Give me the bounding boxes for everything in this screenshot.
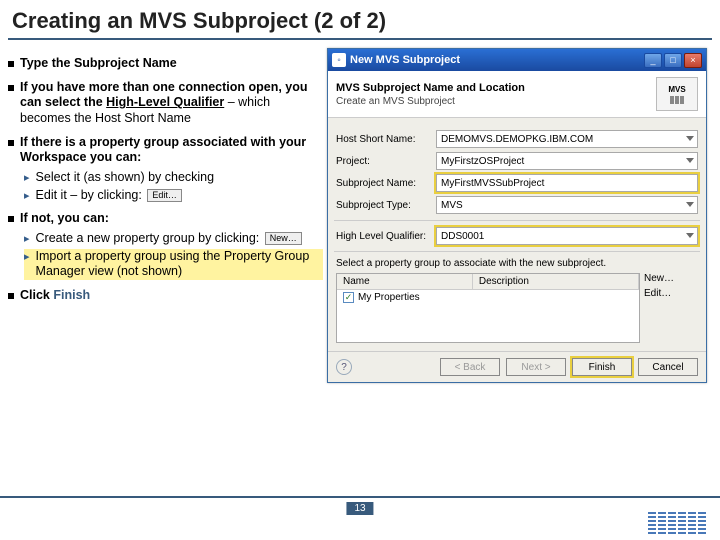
dialog-body: Host Short Name: DEMOMVS.DEMOPKG.IBM.COM… bbox=[328, 118, 706, 351]
table-row[interactable]: ✓ My Properties bbox=[337, 290, 639, 305]
host-dropdown[interactable]: DEMOMVS.DEMOPKG.IBM.COM bbox=[436, 130, 698, 148]
caret-icon: ▸ bbox=[24, 172, 30, 186]
dialog-icon: ◦ bbox=[332, 53, 346, 67]
badge-text: MVS bbox=[668, 85, 685, 94]
bullet-square-icon bbox=[8, 216, 14, 222]
text-part: Create a new property group by clicking: bbox=[36, 231, 260, 245]
sub-edit: ▸ Edit it – by clicking: Edit… bbox=[24, 188, 323, 204]
subproject-type-value: MVS bbox=[441, 200, 463, 211]
checkbox-icon[interactable]: ✓ bbox=[343, 292, 354, 303]
table-header-description: Description bbox=[473, 274, 639, 289]
sub-select: ▸ Select it (as shown) by checking bbox=[24, 170, 323, 186]
subproject-name-label: Subproject Name: bbox=[336, 178, 436, 189]
subproject-name-value: MyFirstMVSSubProject bbox=[441, 178, 544, 189]
dialog-title-text: New MVS Subproject bbox=[350, 54, 642, 66]
close-button[interactable]: × bbox=[684, 53, 702, 68]
slide-footer: 13 bbox=[0, 496, 720, 540]
table-header-name: Name bbox=[337, 274, 473, 289]
separator bbox=[334, 220, 700, 221]
sub-text: Create a new property group by clicking:… bbox=[36, 231, 304, 247]
finish-button[interactable]: Finish bbox=[572, 358, 632, 376]
host-value: DEMOMVS.DEMOPKG.IBM.COM bbox=[441, 134, 593, 145]
next-button[interactable]: Next > bbox=[506, 358, 566, 376]
row-name: My Properties bbox=[358, 292, 420, 303]
inline-edit-button-graphic: Edit… bbox=[147, 189, 182, 202]
dialog-titlebar[interactable]: ◦ New MVS Subproject _ □ × bbox=[328, 49, 706, 71]
mvs-badge-icon: MVS bbox=[656, 77, 698, 111]
title-rule bbox=[8, 38, 712, 40]
dialog-header: MVS Subproject Name and Location Create … bbox=[328, 71, 706, 118]
bullet-square-icon bbox=[8, 140, 14, 146]
subproject-name-input[interactable]: MyFirstMVSSubProject bbox=[436, 174, 698, 192]
edit-button[interactable]: Edit… bbox=[644, 288, 698, 299]
bullet-square-icon bbox=[8, 85, 14, 91]
bullet-square-icon bbox=[8, 293, 14, 299]
sub-text: Import a property group using the Proper… bbox=[36, 249, 323, 280]
subproject-type-label: Subproject Type: bbox=[336, 200, 436, 211]
help-icon[interactable]: ? bbox=[336, 359, 352, 375]
dialog-header-title: MVS Subproject Name and Location bbox=[336, 82, 656, 94]
bullet-text: If there is a property group associated … bbox=[20, 135, 323, 166]
ibm-logo bbox=[648, 512, 706, 534]
page-number: 13 bbox=[346, 502, 373, 515]
minimize-button[interactable]: _ bbox=[644, 53, 662, 68]
project-label: Project: bbox=[336, 156, 436, 167]
sub-create-new: ▸ Create a new property group by clickin… bbox=[24, 231, 323, 247]
bullet-text: Click Finish bbox=[20, 288, 90, 304]
slide-title: Creating an MVS Subproject (2 of 2) bbox=[0, 0, 720, 38]
sub-text: Select it (as shown) by checking bbox=[36, 170, 215, 186]
caret-icon: ▸ bbox=[24, 251, 30, 280]
dialog-footer: ? < Back Next > Finish Cancel bbox=[328, 351, 706, 382]
bullet-text: Type the Subproject Name bbox=[20, 56, 177, 72]
hlq-label: High Level Qualifier: bbox=[336, 231, 436, 242]
bullet-square-icon bbox=[8, 61, 14, 67]
bullet-text: If not, you can: bbox=[20, 211, 109, 227]
property-group-label: Select a property group to associate wit… bbox=[336, 258, 698, 269]
inline-new-button-graphic: New… bbox=[265, 232, 302, 245]
cancel-button[interactable]: Cancel bbox=[638, 358, 698, 376]
maximize-button[interactable]: □ bbox=[664, 53, 682, 68]
caret-icon: ▸ bbox=[24, 233, 30, 247]
hlq-value: DDS0001 bbox=[441, 231, 484, 242]
bullet-pg-associated: If there is a property group associated … bbox=[8, 135, 323, 166]
subproject-type-dropdown[interactable]: MVS bbox=[436, 196, 698, 214]
caret-icon: ▸ bbox=[24, 190, 30, 204]
instruction-column: Type the Subproject Name If you have mor… bbox=[8, 48, 323, 383]
separator bbox=[334, 251, 700, 252]
text-part: Click bbox=[20, 288, 53, 302]
bullet-type-name: Type the Subproject Name bbox=[8, 56, 323, 72]
new-mvs-subproject-dialog: ◦ New MVS Subproject _ □ × MVS Subprojec… bbox=[327, 48, 707, 383]
text-bold: High-Level Qualifier bbox=[106, 95, 224, 109]
sub-import: ▸ Import a property group using the Prop… bbox=[24, 249, 323, 280]
bullet-hlq: If you have more than one connection ope… bbox=[8, 80, 323, 127]
sub-text: Edit it – by clicking: Edit… bbox=[36, 188, 184, 204]
text-part: Edit it – by clicking: bbox=[36, 188, 142, 202]
project-dropdown[interactable]: MyFirstzOSProject bbox=[436, 152, 698, 170]
property-group-table[interactable]: Name Description ✓ My Properties bbox=[336, 273, 640, 343]
hlq-dropdown[interactable]: DDS0001 bbox=[436, 227, 698, 245]
bullet-text: If you have more than one connection ope… bbox=[20, 80, 323, 127]
bullet-click-finish: Click Finish bbox=[8, 288, 323, 304]
new-button[interactable]: New… bbox=[644, 273, 698, 284]
back-button[interactable]: < Back bbox=[440, 358, 500, 376]
dialog-header-subtitle: Create an MVS Subproject bbox=[336, 96, 656, 107]
host-label: Host Short Name: bbox=[336, 134, 436, 145]
project-value: MyFirstzOSProject bbox=[441, 156, 524, 167]
bullet-if-not: If not, you can: bbox=[8, 211, 323, 227]
text-bold: Finish bbox=[53, 288, 90, 302]
